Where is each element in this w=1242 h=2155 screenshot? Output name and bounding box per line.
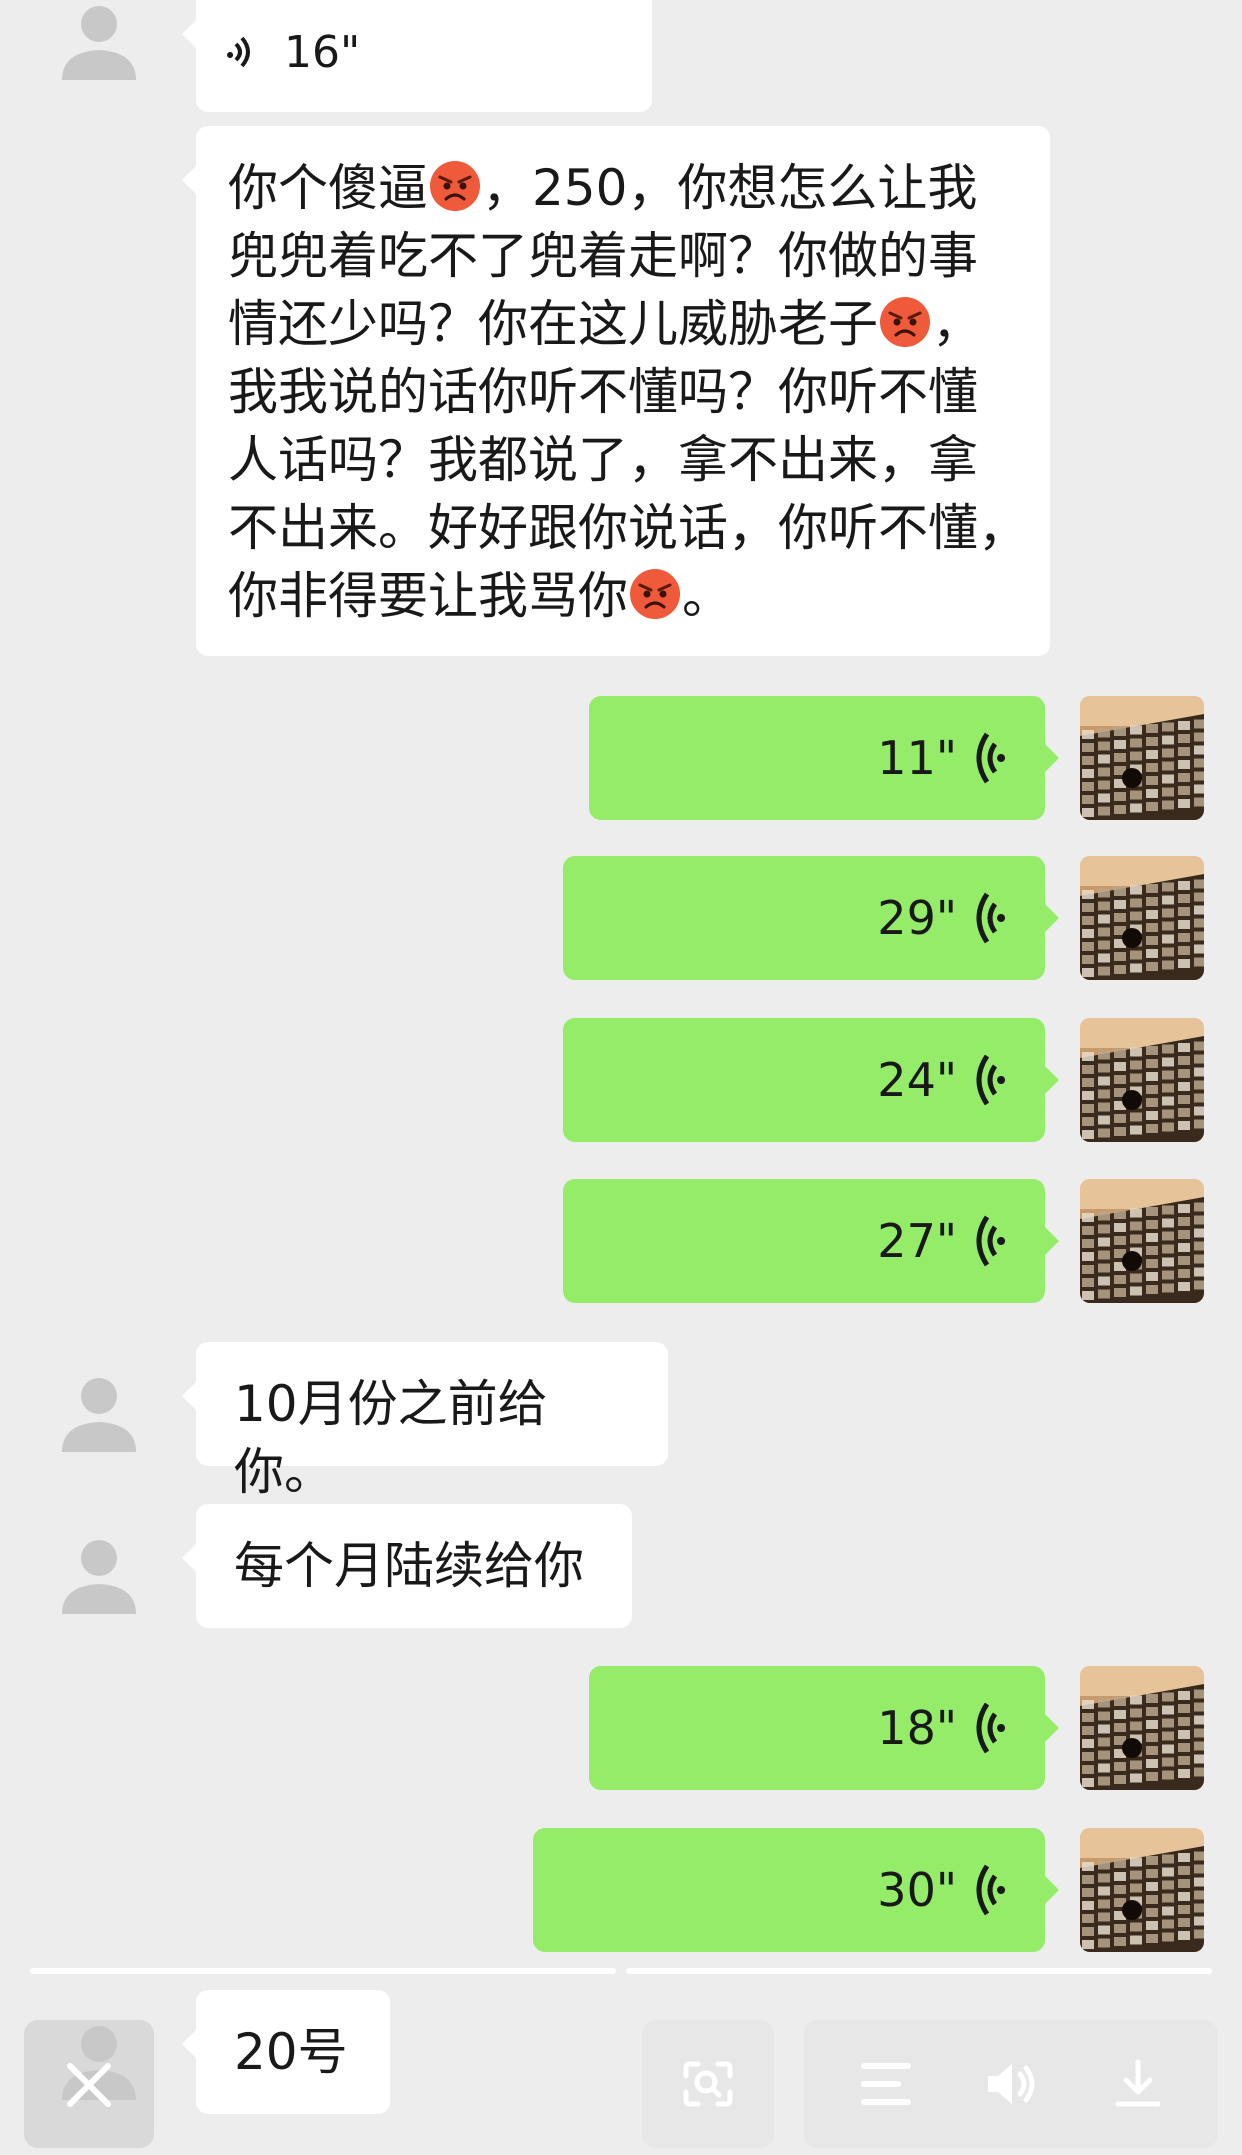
progress-bar-left: [30, 1968, 616, 1974]
message-text-segment: ，: [932, 295, 982, 353]
message-text: 每个月陆续给你: [234, 1537, 584, 1595]
user-avatar[interactable]: [1080, 1179, 1204, 1303]
voice-duration: 24": [877, 1053, 957, 1107]
voice-duration: 30": [877, 1863, 957, 1917]
user-avatar[interactable]: [1080, 856, 1204, 980]
message-line: 情还少吗？你在这儿威胁老子 ，: [228, 290, 1018, 358]
user-avatar[interactable]: [1080, 696, 1204, 820]
close-button[interactable]: [24, 2020, 154, 2148]
search-image-button[interactable]: [642, 2020, 774, 2148]
contact-avatar[interactable]: [56, 0, 142, 80]
message-text: 你个傻逼 ，250，你想怎么让我兜兜着吃不了兜着走啊？你做的事 情还少吗？你在这儿威…: [228, 154, 1028, 630]
avatar-image: [1080, 1828, 1204, 1952]
download-icon[interactable]: [1108, 2054, 1168, 2114]
close-icon: [67, 2063, 111, 2107]
outgoing-voice-message[interactable]: 11": [589, 696, 1059, 820]
contact-avatar[interactable]: [56, 1528, 142, 1614]
angry-face-icon: [880, 297, 930, 347]
user-avatar[interactable]: [1080, 1018, 1204, 1142]
menu-icon[interactable]: [858, 2056, 914, 2112]
message-line: 你非得要让我骂你。: [228, 562, 1018, 630]
voice-wave-icon: [976, 732, 1006, 784]
voice-duration: 27": [877, 1214, 957, 1268]
voice-wave-icon: [976, 1864, 1006, 1916]
outgoing-voice-message[interactable]: 18": [589, 1666, 1059, 1790]
user-avatar[interactable]: [1080, 1666, 1204, 1790]
progress-bar-right: [626, 1968, 1212, 1974]
message-text-segment: 情还少吗？你在这儿威胁老子: [228, 295, 878, 353]
outgoing-voice-message[interactable]: 27": [563, 1179, 1059, 1303]
voice-wave-icon: [224, 32, 256, 81]
message-text-segment: 你个傻逼: [228, 159, 428, 217]
avatar-image: [1080, 1018, 1204, 1142]
avatar-image: [1080, 1666, 1204, 1790]
message-text-segment: 我我说的话你听不懂吗？你听不懂: [228, 363, 978, 421]
incoming-text-message[interactable]: 20号: [182, 1990, 390, 2114]
voice-duration: 29": [877, 891, 957, 945]
angry-face-icon: [430, 161, 480, 211]
message-line: 你个傻逼 ，250，你想怎么让我: [228, 154, 1018, 222]
message-line: 我我说的话你听不懂吗？你听不懂: [228, 358, 1018, 426]
outgoing-voice-message[interactable]: 29": [563, 856, 1059, 980]
contact-avatar[interactable]: [56, 1366, 142, 1452]
message-text: 20号: [234, 2023, 348, 2081]
voice-wave-icon: [976, 1702, 1006, 1754]
avatar-image: [1080, 856, 1204, 980]
message-text-segment: 人话吗？我都说了，拿不出来，拿: [228, 431, 978, 489]
message-text-segment: 兜兜着吃不了兜着走啊？你做的事: [228, 227, 978, 285]
voice-wave-icon: [976, 1054, 1006, 1106]
voice-wave-icon: [976, 1215, 1006, 1267]
voice-duration: 18": [877, 1701, 957, 1755]
message-text-segment: 。: [682, 567, 732, 625]
outgoing-voice-message[interactable]: 24": [563, 1018, 1059, 1142]
angry-face-icon: [630, 569, 680, 619]
message-text-segment: 你非得要让我骂你: [228, 567, 628, 625]
voice-wave-icon: [976, 892, 1006, 944]
avatar-image: [1080, 1179, 1204, 1303]
search-image-icon: [683, 2061, 733, 2107]
voice-duration: 11": [877, 731, 957, 785]
incoming-text-message[interactable]: 10月份之前给你。: [182, 1342, 668, 1501]
message-text: 10月份之前给你。: [234, 1375, 548, 1501]
incoming-text-message[interactable]: 每个月陆续给你: [182, 1504, 632, 1628]
message-text-segment: ，250，你想怎么让我: [482, 159, 978, 217]
voice-duration: 16": [284, 27, 361, 78]
speaker-icon[interactable]: [982, 2054, 1042, 2114]
message-line: 人话吗？我都说了，拿不出来，拿: [228, 426, 1018, 494]
user-avatar[interactable]: [1080, 1828, 1204, 1952]
incoming-text-message[interactable]: 你个傻逼 ，250，你想怎么让我兜兜着吃不了兜着走啊？你做的事 情还少吗？你在这儿威…: [182, 126, 1050, 656]
outgoing-voice-message[interactable]: 30": [533, 1828, 1059, 1952]
voice-actions-panel: [804, 2020, 1218, 2148]
avatar-image: [1080, 696, 1204, 820]
incoming-voice-message[interactable]: 16": [182, 0, 652, 112]
message-line: 兜兜着吃不了兜着走啊？你做的事: [228, 222, 1018, 290]
message-text-segment: 不出来。好好跟你说话，你听不懂，: [228, 499, 1028, 557]
message-line: 不出来。好好跟你说话，你听不懂，: [228, 494, 1028, 562]
